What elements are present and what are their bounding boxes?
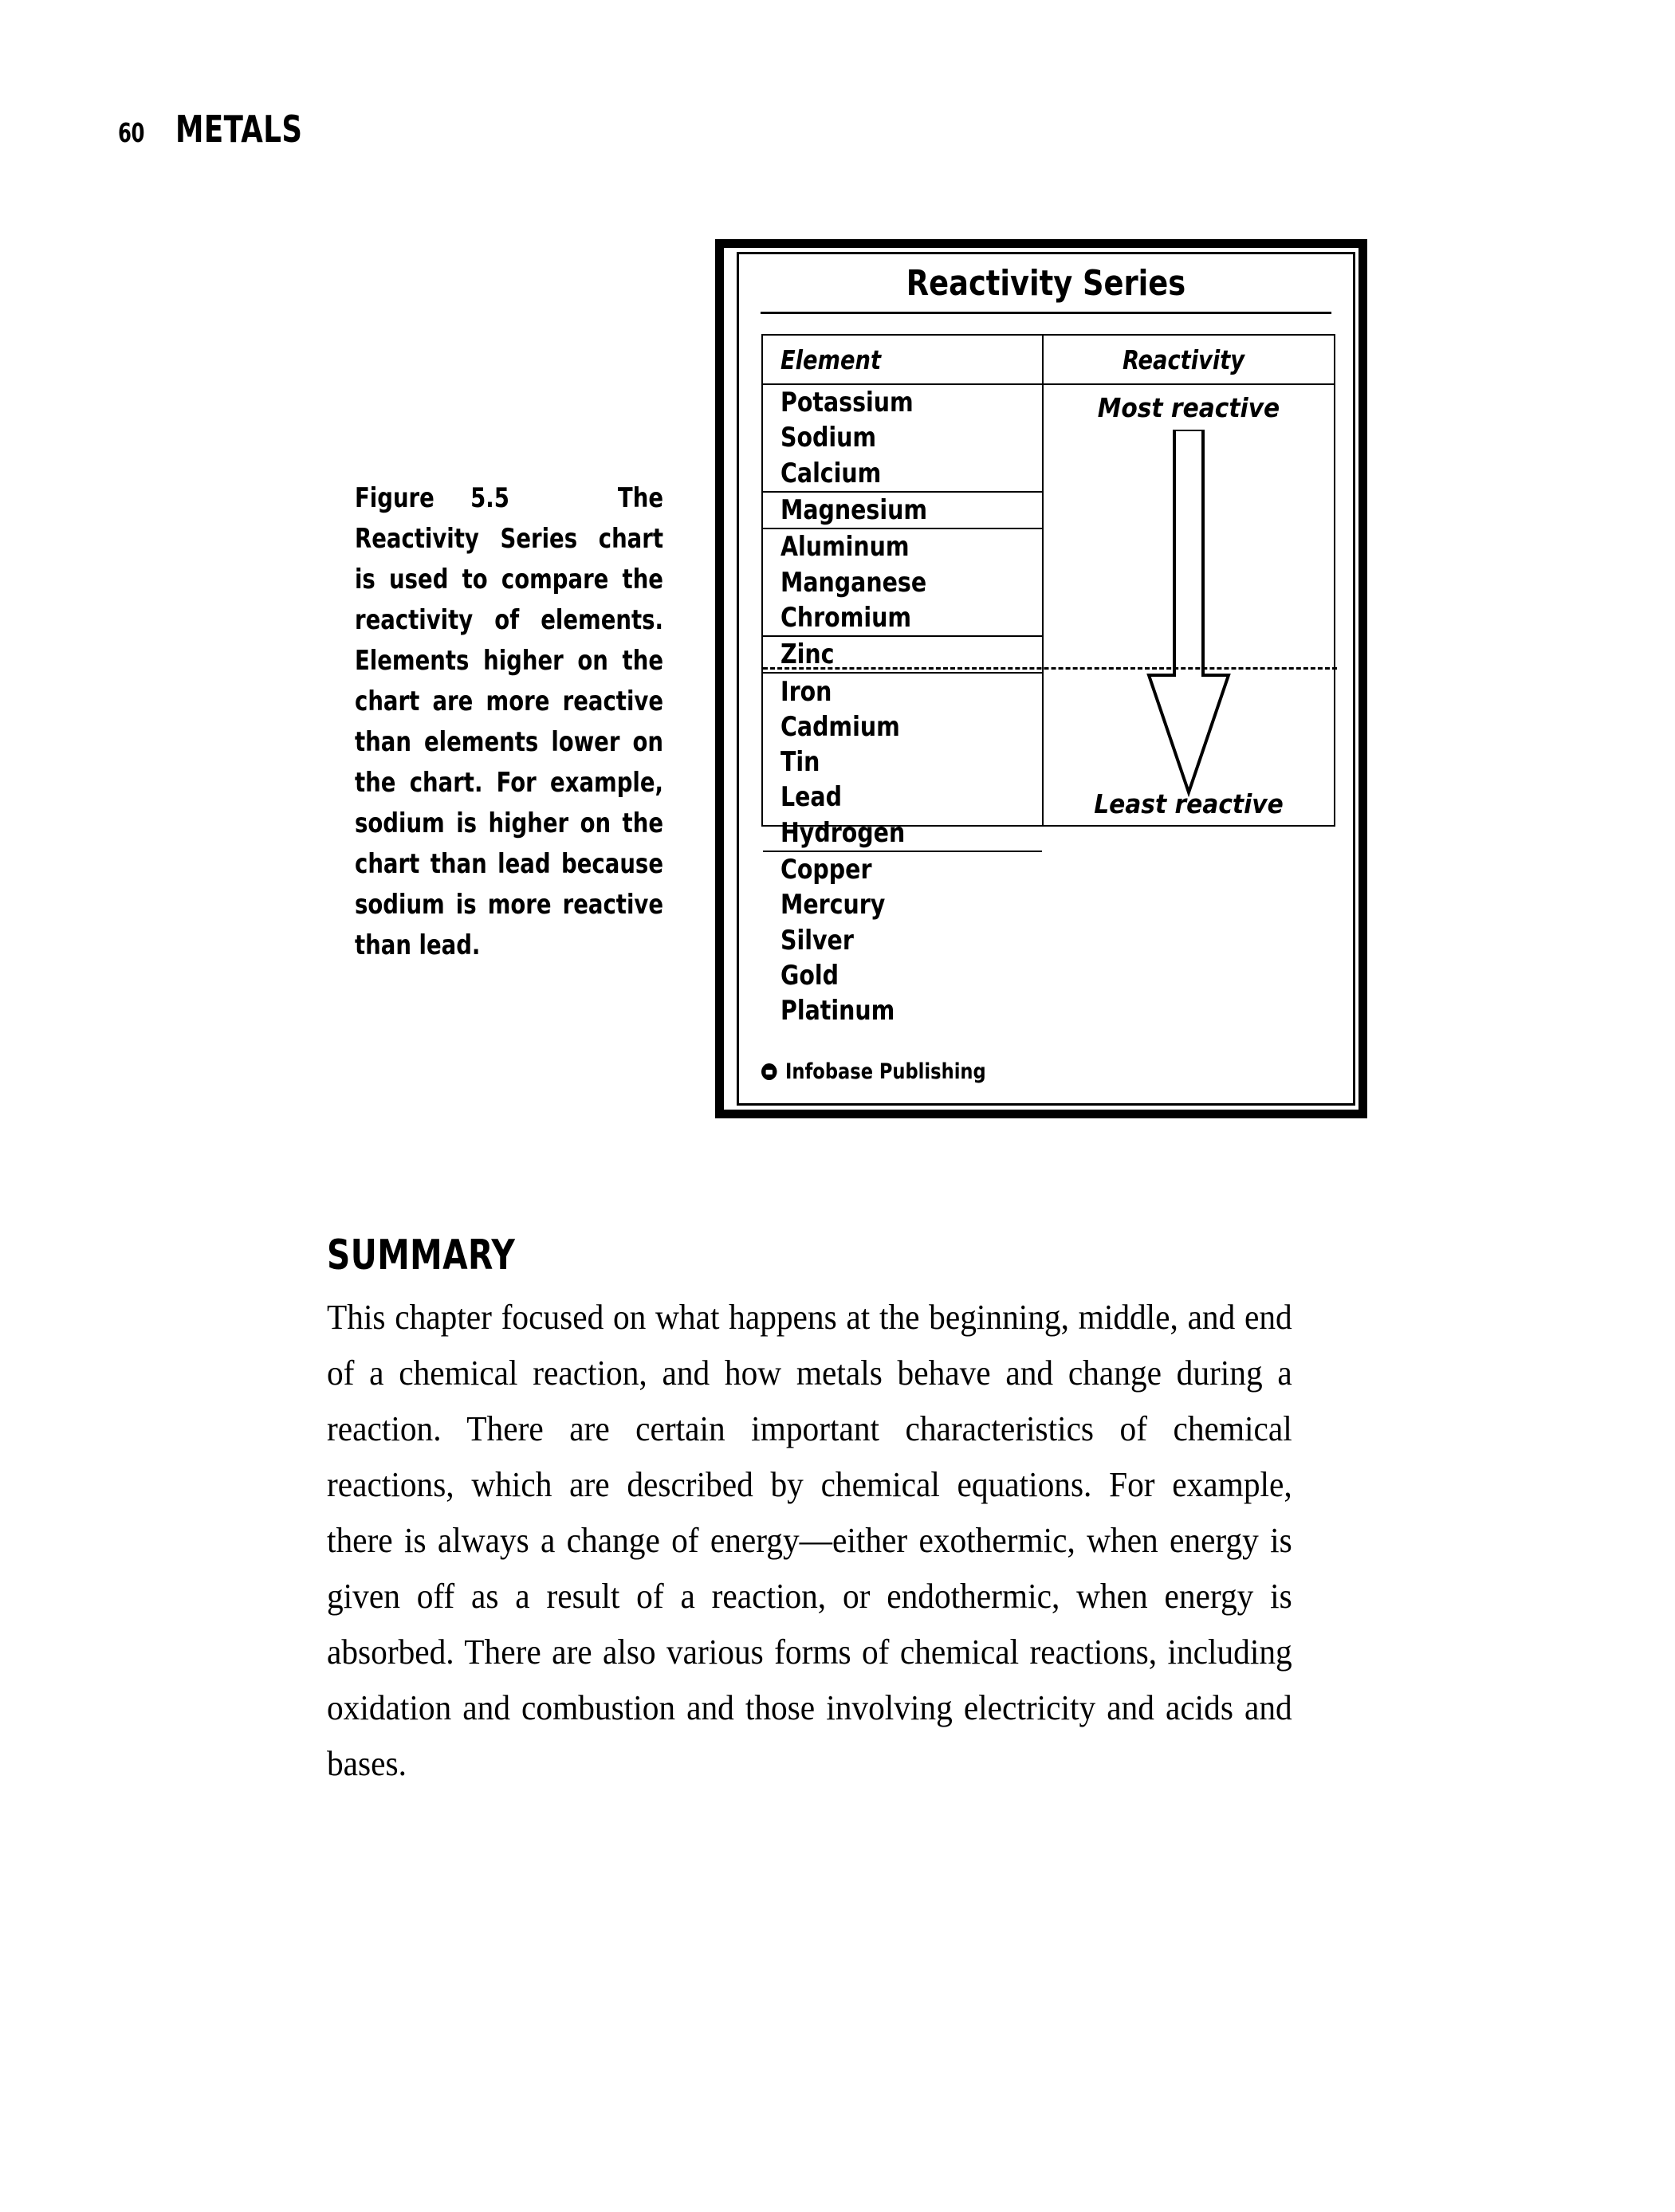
element-group: Copper Mercury Silver Gold Platinum <box>763 850 1042 1028</box>
table-row: Tin <box>780 746 820 779</box>
publisher-credit: Infobase Publishing <box>761 1059 1001 1084</box>
most-reactive-label: Most reactive <box>1097 392 1280 423</box>
table-row: Magnesium <box>780 494 928 527</box>
figure-box: Reactivity Series Element Reactivity Pot… <box>715 239 1367 1118</box>
table-row: Silver <box>780 924 854 957</box>
column-header-reactivity: Reactivity <box>1122 344 1244 375</box>
figure-caption-text: The Reactivity Series chart is used to c… <box>355 482 663 961</box>
chapter-title: METALS <box>175 108 303 151</box>
table-row: Potassium <box>780 387 914 419</box>
table-row: Gold <box>780 959 839 992</box>
table-row: Manganese <box>780 566 927 599</box>
table-row: Copper <box>780 854 872 886</box>
chart-title: Reactivity Series <box>760 254 1332 314</box>
table-body: Potassium Sodium Calcium Magnesium Alumi… <box>763 385 1337 1024</box>
running-head: 60 METALS <box>118 108 324 151</box>
table-row: Lead <box>780 781 842 814</box>
table-row: Chromium <box>780 601 911 634</box>
page-number: 60 <box>118 117 145 148</box>
downward-arrow-icon <box>1146 430 1231 798</box>
summary-heading: SUMMARY <box>327 1232 516 1279</box>
table-row: Iron <box>780 675 832 708</box>
publisher-name: Infobase Publishing <box>785 1059 986 1084</box>
reactivity-series-table: Element Reactivity Potassium Sodium Calc… <box>761 334 1337 1024</box>
table-row: Mercury <box>780 889 886 921</box>
summary-paragraph: This chapter focused on what happens at … <box>327 1298 1292 1783</box>
figure-inner-frame: Reactivity Series Element Reactivity Pot… <box>737 252 1355 1106</box>
element-column: Potassium Sodium Calcium Magnesium Alumi… <box>763 385 1044 1024</box>
table-row: Calcium <box>780 457 882 489</box>
element-group: Aluminum Manganese Chromium <box>763 528 1042 635</box>
table-row: Sodium <box>780 422 877 454</box>
hydrogen-copper-dashed-divider <box>763 667 1337 670</box>
element-group: Potassium Sodium Calcium <box>763 385 1042 491</box>
column-header-element: Element <box>763 336 1044 383</box>
table-row: Platinum <box>780 995 895 1027</box>
reactivity-column: Most reactive Least reactive <box>1044 385 1334 827</box>
figure-caption: Figure 5.5 The Reactivity Series chart i… <box>355 478 663 966</box>
table-row: Cadmium <box>780 710 900 743</box>
table-row: Aluminum <box>780 531 910 564</box>
figure-caption-label: Figure 5.5 <box>355 482 509 514</box>
least-reactive-label: Least reactive <box>1094 788 1284 819</box>
table-row: Hydrogen <box>780 816 906 849</box>
table-header-row: Element Reactivity <box>763 336 1334 385</box>
element-group: Iron Cadmium Tin Lead Hydrogen <box>763 672 1042 850</box>
copyright-icon <box>761 1063 777 1080</box>
element-group: Magnesium <box>763 490 1042 528</box>
